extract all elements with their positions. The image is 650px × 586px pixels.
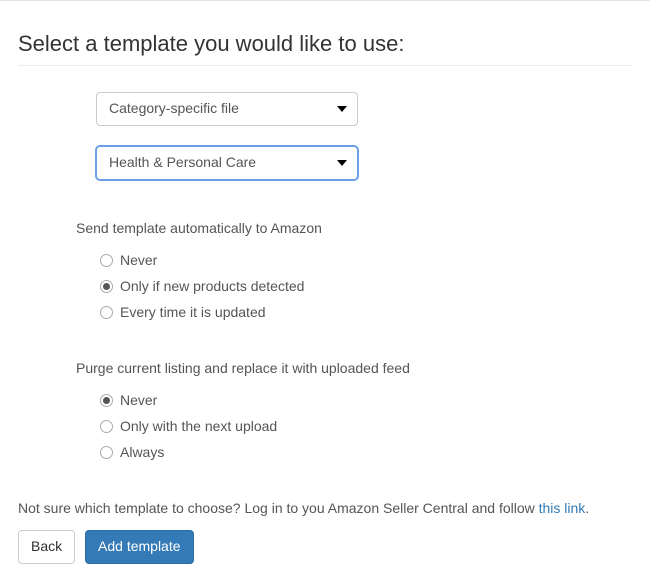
purge-section-label: Purge current listing and replace it wit… — [76, 360, 632, 376]
template-type-select[interactable]: Category-specific file — [96, 92, 358, 126]
radio-icon — [100, 446, 113, 459]
send-option-every-update[interactable]: Every time it is updated — [100, 304, 632, 320]
send-section-label: Send template automatically to Amazon — [76, 220, 632, 236]
select-area: Category-specific file Health & Personal… — [96, 92, 632, 180]
radio-label: Every time it is updated — [120, 304, 266, 320]
radio-icon — [100, 280, 113, 293]
helper-before: Not sure which template to choose? Log i… — [18, 500, 539, 516]
purge-option-always[interactable]: Always — [100, 444, 632, 460]
radio-icon — [100, 254, 113, 267]
send-radio-group: Never Only if new products detected Ever… — [100, 252, 632, 320]
back-button[interactable]: Back — [18, 530, 75, 564]
chevron-down-icon — [337, 160, 347, 166]
send-option-never[interactable]: Never — [100, 252, 632, 268]
helper-text: Not sure which template to choose? Log i… — [18, 500, 632, 516]
radio-icon — [100, 306, 113, 319]
category-value: Health & Personal Care — [109, 154, 256, 170]
helper-link[interactable]: this link — [539, 500, 586, 516]
form-container: Select a template you would like to use:… — [0, 1, 650, 582]
category-select-wrap: Health & Personal Care — [96, 146, 358, 180]
helper-after: . — [585, 500, 589, 516]
radio-label: Always — [120, 444, 164, 460]
chevron-down-icon — [337, 106, 347, 112]
button-row: Back Add template — [18, 530, 632, 564]
radio-icon — [100, 394, 113, 407]
add-template-button[interactable]: Add template — [85, 530, 194, 564]
radio-label: Never — [120, 392, 157, 408]
purge-option-next-upload[interactable]: Only with the next upload — [100, 418, 632, 434]
radio-label: Never — [120, 252, 157, 268]
template-type-select-wrap: Category-specific file — [96, 92, 358, 126]
radio-label: Only if new products detected — [120, 278, 304, 294]
category-select[interactable]: Health & Personal Care — [96, 146, 358, 180]
radio-icon — [100, 420, 113, 433]
page-title: Select a template you would like to use: — [18, 31, 632, 66]
radio-label: Only with the next upload — [120, 418, 277, 434]
template-type-value: Category-specific file — [109, 100, 239, 116]
send-option-new-products[interactable]: Only if new products detected — [100, 278, 632, 294]
purge-radio-group: Never Only with the next upload Always — [100, 392, 632, 460]
purge-option-never[interactable]: Never — [100, 392, 632, 408]
